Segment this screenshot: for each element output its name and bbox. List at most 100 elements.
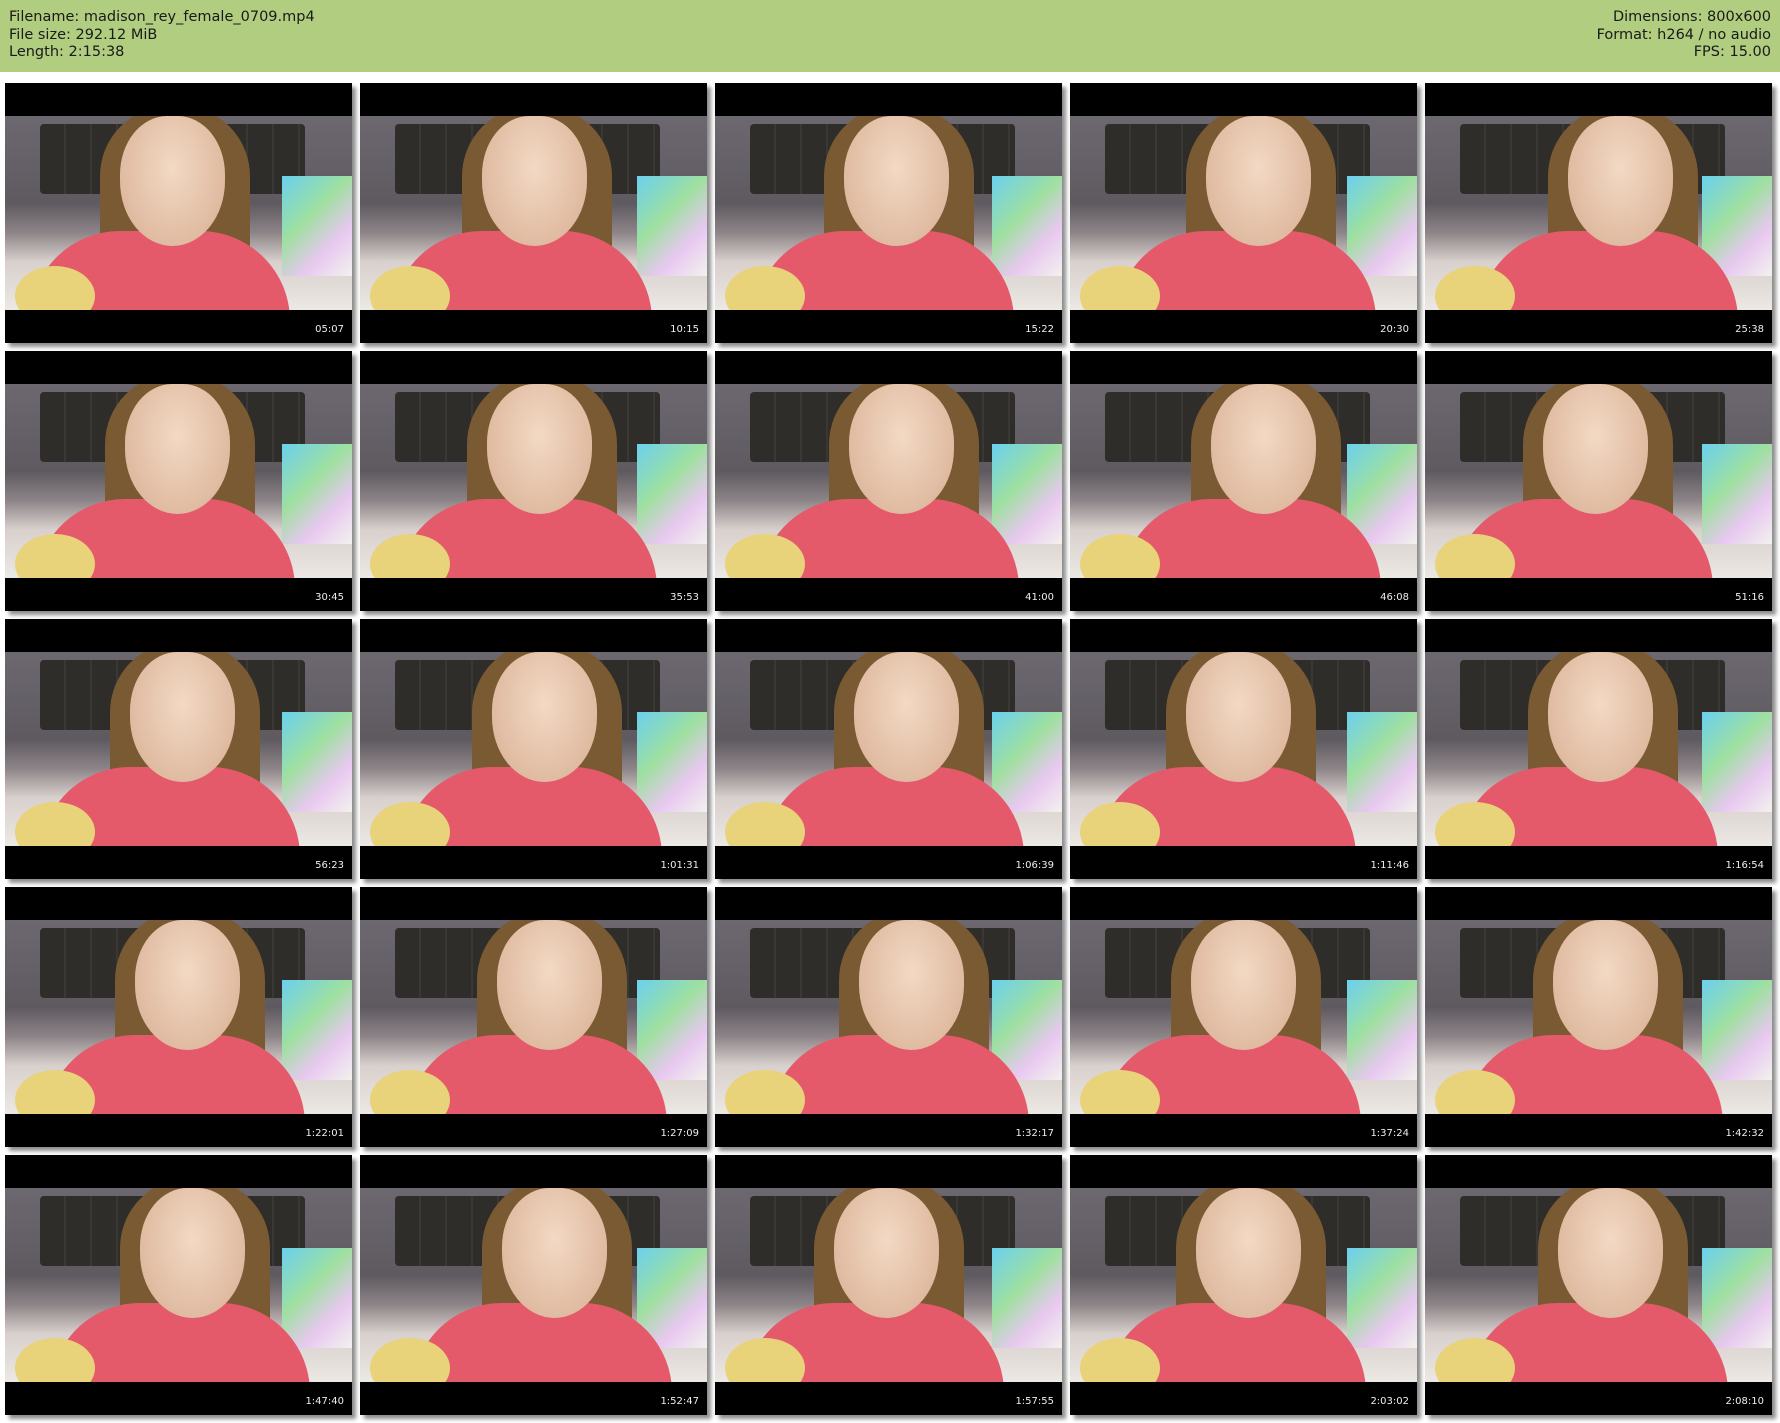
- thumbnail[interactable]: 51:16: [1425, 351, 1772, 611]
- face-shape: [492, 652, 597, 782]
- video-frame: [1070, 920, 1417, 1114]
- quilt-shape: [1702, 980, 1772, 1080]
- format: Format: h264 / no audio: [1596, 26, 1771, 43]
- face-shape: [1553, 920, 1658, 1050]
- fps: FPS: 15.00: [1693, 44, 1771, 60]
- video-frame: [5, 652, 352, 846]
- timestamp: 1:32:17: [1015, 1128, 1054, 1139]
- thumbnail[interactable]: 1:01:31: [360, 619, 707, 879]
- quilt-shape: [282, 712, 352, 812]
- quilt-shape: [1347, 1248, 1417, 1348]
- thumbnail[interactable]: 1:52:47: [360, 1155, 707, 1415]
- timestamp: 30:45: [315, 592, 344, 603]
- face-shape: [1186, 652, 1291, 782]
- video-frame: [1425, 652, 1772, 846]
- thumbnail[interactable]: 30:45: [5, 351, 352, 611]
- thumbnail[interactable]: 1:22:01: [5, 887, 352, 1147]
- face-shape: [140, 1188, 245, 1318]
- face-shape: [1196, 1188, 1301, 1318]
- thumbnail[interactable]: 1:57:55: [715, 1155, 1062, 1415]
- face-shape: [849, 384, 954, 514]
- timestamp: 1:16:54: [1725, 860, 1764, 871]
- thumbnail[interactable]: 1:42:32: [1425, 887, 1772, 1147]
- timestamp: 05:07: [315, 324, 344, 335]
- thumbnail[interactable]: 56:23: [5, 619, 352, 879]
- thumbnail[interactable]: 2:03:02: [1070, 1155, 1417, 1415]
- thumbnail[interactable]: 1:06:39: [715, 619, 1062, 879]
- timestamp: 1:06:39: [1015, 860, 1054, 871]
- video-frame: [1070, 116, 1417, 310]
- video-frame: [360, 116, 707, 310]
- thumbnail[interactable]: 1:32:17: [715, 887, 1062, 1147]
- info-left: Filename: madison_rey_female_0709.mp4 Fi…: [9, 9, 315, 62]
- thumbnail[interactable]: 1:37:24: [1070, 887, 1417, 1147]
- timestamp: 1:42:32: [1725, 1128, 1764, 1139]
- video-frame: [360, 384, 707, 578]
- video-frame: [1425, 920, 1772, 1114]
- quilt-shape: [282, 1248, 352, 1348]
- timestamp: 1:11:46: [1370, 860, 1409, 871]
- thumbnail[interactable]: 46:08: [1070, 351, 1417, 611]
- thumbnail[interactable]: 1:47:40: [5, 1155, 352, 1415]
- video-frame: [360, 652, 707, 846]
- face-shape: [859, 920, 964, 1050]
- face-shape: [834, 1188, 939, 1318]
- quilt-shape: [282, 444, 352, 544]
- timestamp: 1:52:47: [660, 1396, 699, 1407]
- quilt-shape: [637, 712, 707, 812]
- quilt-shape: [1702, 444, 1772, 544]
- face-shape: [1191, 920, 1296, 1050]
- face-shape: [1548, 652, 1653, 782]
- quilt-shape: [992, 712, 1062, 812]
- timestamp: 56:23: [315, 860, 344, 871]
- video-frame: [1070, 652, 1417, 846]
- video-frame: [360, 920, 707, 1114]
- thumbnail[interactable]: 15:22: [715, 83, 1062, 343]
- thumbnail[interactable]: 41:00: [715, 351, 1062, 611]
- thumbnail[interactable]: 35:53: [360, 351, 707, 611]
- timestamp: 1:47:40: [305, 1396, 344, 1407]
- face-shape: [1568, 116, 1673, 246]
- timestamp: 46:08: [1380, 592, 1409, 603]
- thumbnail[interactable]: 05:07: [5, 83, 352, 343]
- quilt-shape: [1347, 980, 1417, 1080]
- quilt-shape: [1347, 176, 1417, 276]
- face-shape: [1211, 384, 1316, 514]
- timestamp: 1:37:24: [1370, 1128, 1409, 1139]
- timestamp: 1:27:09: [660, 1128, 699, 1139]
- timestamp: 35:53: [670, 592, 699, 603]
- face-shape: [125, 384, 230, 514]
- quilt-shape: [637, 176, 707, 276]
- thumbnail[interactable]: 2:08:10: [1425, 1155, 1772, 1415]
- timestamp: 25:38: [1735, 324, 1764, 335]
- video-frame: [715, 116, 1062, 310]
- video-frame: [5, 116, 352, 310]
- face-shape: [502, 1188, 607, 1318]
- info-header: Filename: madison_rey_female_0709.mp4 Fi…: [0, 0, 1780, 72]
- file-size: File size: 292.12 MiB: [9, 26, 158, 43]
- thumbnail[interactable]: 1:27:09: [360, 887, 707, 1147]
- thumbnail[interactable]: 25:38: [1425, 83, 1772, 343]
- video-frame: [715, 920, 1062, 1114]
- video-frame: [1425, 384, 1772, 578]
- quilt-shape: [1702, 712, 1772, 812]
- face-shape: [1206, 116, 1311, 246]
- face-shape: [135, 920, 240, 1050]
- timestamp: 1:01:31: [660, 860, 699, 871]
- video-frame: [1070, 1188, 1417, 1382]
- thumbnail[interactable]: 1:11:46: [1070, 619, 1417, 879]
- video-frame: [360, 1188, 707, 1382]
- video-frame: [5, 384, 352, 578]
- quilt-shape: [282, 176, 352, 276]
- timestamp: 2:03:02: [1370, 1396, 1409, 1407]
- quilt-shape: [1702, 1248, 1772, 1348]
- face-shape: [844, 116, 949, 246]
- video-frame: [715, 384, 1062, 578]
- thumbnail[interactable]: 10:15: [360, 83, 707, 343]
- face-shape: [1543, 384, 1648, 514]
- face-shape: [1558, 1188, 1663, 1318]
- thumbnail[interactable]: 20:30: [1070, 83, 1417, 343]
- filename: Filename: madison_rey_female_0709.mp4: [9, 9, 315, 25]
- info-right: Dimensions: 800x600 Format: h264 / no au…: [1597, 9, 1771, 62]
- thumbnail[interactable]: 1:16:54: [1425, 619, 1772, 879]
